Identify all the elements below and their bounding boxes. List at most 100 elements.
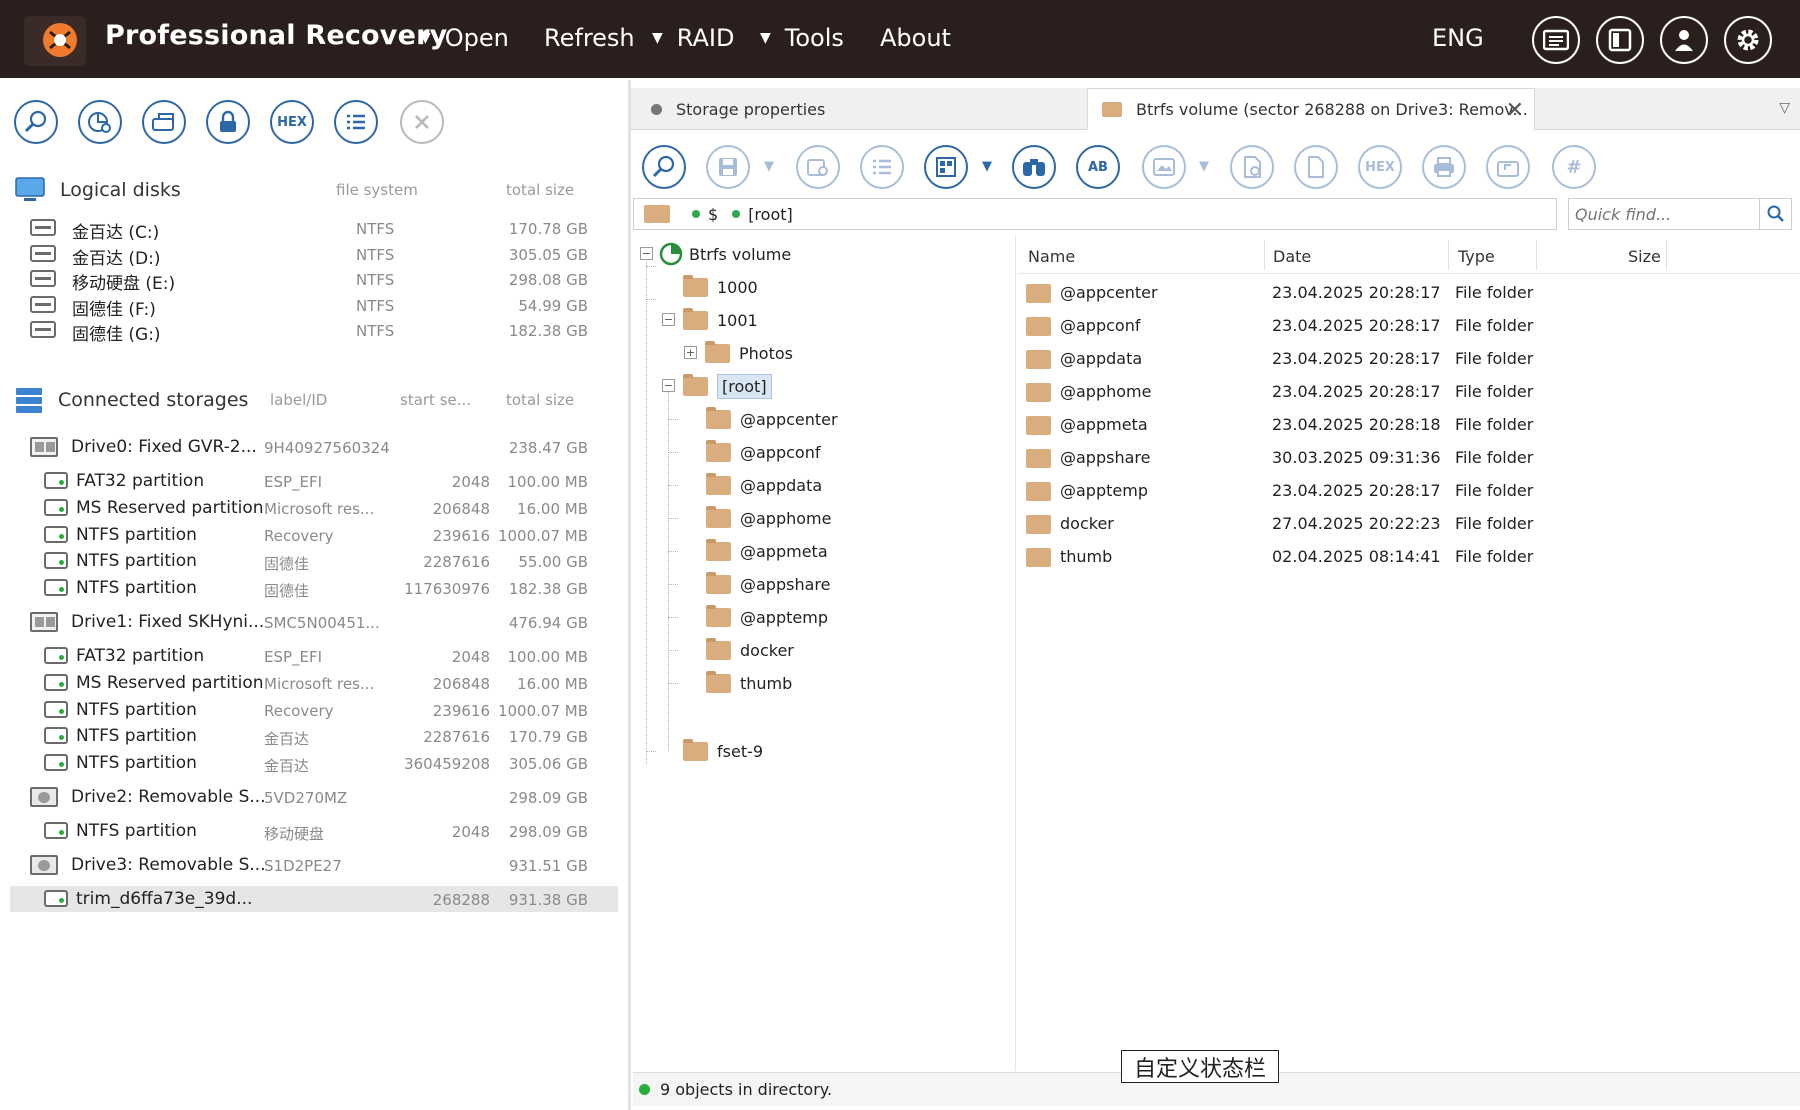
view-mode-dropdown-icon[interactable]: ▼ xyxy=(982,159,992,174)
tree-node-fset-9[interactable]: fset-9 xyxy=(683,737,763,765)
find-button[interactable] xyxy=(1012,145,1056,189)
preview-button[interactable] xyxy=(1142,145,1186,189)
partition-row[interactable]: NTFS partition 金百达 360459208 305.06 GB xyxy=(10,750,618,776)
menu-raid[interactable]: ▼ RAID xyxy=(652,24,734,52)
tree-node-child[interactable]: @appcenter xyxy=(706,405,838,433)
logical-disk-row[interactable]: 金百达 (D:) NTFS 305.05 GB xyxy=(10,241,618,269)
tab-btrfs-volume[interactable]: Btrfs volume (sector 268288 on Drive3: R… xyxy=(1087,88,1535,130)
hash-button[interactable]: # xyxy=(1552,145,1596,189)
tree-node-child[interactable]: @apphome xyxy=(706,504,831,532)
drive-row[interactable]: Drive2: Removable S... 5VD270MZ 298.09 GB xyxy=(10,784,618,810)
tree-node-1001[interactable]: 1001 xyxy=(683,306,758,334)
file-row[interactable]: thumb 02.04.2025 08:14:41 File folder xyxy=(1018,540,1800,573)
file-row[interactable]: @appdata 23.04.2025 20:28:17 File folder xyxy=(1018,342,1800,375)
drive-row[interactable]: Drive0: Fixed GVR-2... 9H40927560324 238.4… xyxy=(10,434,618,460)
file-row[interactable]: @apphome 23.04.2025 20:28:17 File folder xyxy=(1018,375,1800,408)
tree-node-photos[interactable]: Photos xyxy=(705,339,793,367)
partition-row[interactable]: NTFS partition 固德佳 117630976 182.38 GB xyxy=(10,575,618,601)
menu-about[interactable]: About xyxy=(880,24,951,52)
language-selector[interactable]: ENG xyxy=(1432,24,1484,52)
collapse-icon[interactable]: − xyxy=(640,247,653,260)
file-row[interactable]: docker 27.04.2025 20:22:23 File folder xyxy=(1018,507,1800,540)
save-button[interactable] xyxy=(706,145,750,189)
save-dropdown-icon[interactable]: ▼ xyxy=(764,159,774,174)
partition-row[interactable]: trim_d6ffa73e_39d... 268288 931.38 GB xyxy=(10,886,618,912)
menu-refresh[interactable]: Refresh xyxy=(544,24,635,52)
tree-node-1000[interactable]: 1000 xyxy=(683,273,758,301)
log-button[interactable] xyxy=(1532,16,1580,64)
tree-node-root[interactable]: [root] xyxy=(683,372,772,400)
column-size[interactable]: Size xyxy=(1628,247,1661,266)
file-name: @appmeta xyxy=(1060,415,1148,434)
properties-button[interactable] xyxy=(334,100,378,144)
account-button[interactable] xyxy=(1660,16,1708,64)
save-all-button[interactable] xyxy=(796,145,840,189)
file-row[interactable]: @appcenter 23.04.2025 20:28:17 File folder xyxy=(1018,276,1800,309)
column-date[interactable]: Date xyxy=(1273,247,1311,266)
scan-button[interactable] xyxy=(14,100,58,144)
tab-storage-properties[interactable]: Storage properties xyxy=(631,88,1086,130)
close-storage-button[interactable] xyxy=(400,100,444,144)
partition-row[interactable]: NTFS partition 固德佳 2287616 55.00 GB xyxy=(10,548,618,574)
file-row[interactable]: @appconf 23.04.2025 20:28:17 File folder xyxy=(1018,309,1800,342)
preview-dropdown-icon[interactable]: ▼ xyxy=(1199,159,1209,174)
logical-disk-row[interactable]: 固德佳 (F:) NTFS 54.99 GB xyxy=(10,292,618,320)
column-type[interactable]: Type xyxy=(1458,247,1495,266)
logical-disk-row[interactable]: 固德佳 (G:) NTFS 182.38 GB xyxy=(10,317,618,345)
print-button[interactable] xyxy=(1422,145,1466,189)
partition-row[interactable]: FAT32 partition ESP_EFI 2048 100.00 MB xyxy=(10,468,618,494)
quick-find-input[interactable] xyxy=(1568,198,1760,230)
quick-find-button[interactable] xyxy=(1760,198,1792,230)
logical-disk-row[interactable]: 移动硬盘 (E:) NTFS 298.08 GB xyxy=(10,266,618,294)
tree-node-btrfs-volume[interactable]: Btrfs volume xyxy=(659,240,791,268)
view-mode-button[interactable] xyxy=(924,145,968,189)
path-segment-root[interactable]: [root] xyxy=(748,205,793,224)
expand-icon[interactable]: + xyxy=(684,346,697,359)
partition-search-button[interactable] xyxy=(78,100,122,144)
partition-row[interactable]: NTFS partition Recovery 239616 1000.07 MB xyxy=(10,522,618,548)
hex-label: HEX xyxy=(277,114,307,130)
column-name[interactable]: Name xyxy=(1028,247,1075,266)
menu-open[interactable]: ▼ Open xyxy=(420,24,509,52)
tree-node-child[interactable]: docker xyxy=(706,636,794,664)
partition-row[interactable]: MS Reserved partition Microsoft res... 206… xyxy=(10,495,618,521)
tree-node-child[interactable]: @apptemp xyxy=(706,603,828,631)
hex-button[interactable]: HEX xyxy=(270,100,314,144)
collapse-icon[interactable]: − xyxy=(662,313,675,326)
partition-row[interactable]: FAT32 partition ESP_EFI 2048 100.00 MB xyxy=(10,643,618,669)
path-segment-root-device[interactable]: $ xyxy=(708,205,718,224)
status-text: 9 objects in directory. xyxy=(660,1080,833,1099)
open-file-button[interactable] xyxy=(1294,145,1338,189)
path-bar[interactable]: $ [root] xyxy=(633,198,1557,230)
partition-row[interactable]: MS Reserved partition Microsoft res... 206… xyxy=(10,670,618,696)
tree-node-child[interactable]: @appconf xyxy=(706,438,820,466)
settings-button[interactable] xyxy=(1724,16,1772,64)
search-files-button[interactable] xyxy=(642,145,686,189)
properties-file-button[interactable] xyxy=(1230,145,1274,189)
hex-view-button[interactable]: HEX xyxy=(1358,145,1402,189)
image-button[interactable] xyxy=(142,100,186,144)
tree-node-child[interactable]: @appdata xyxy=(706,471,822,499)
partition-row[interactable]: NTFS partition Recovery 239616 1000.07 MB xyxy=(10,697,618,723)
file-row[interactable]: @apptemp 23.04.2025 20:28:17 File folder xyxy=(1018,474,1800,507)
storage-size: 100.00 MB xyxy=(507,648,589,666)
logical-disk-row[interactable]: 金百达 (C:) NTFS 170.78 GB xyxy=(10,215,618,243)
collapse-icon[interactable]: − xyxy=(662,379,675,392)
drive-row[interactable]: Drive3: Removable S... S1D2PE27 931.51 GB xyxy=(10,852,618,878)
tree-node-child[interactable]: @appmeta xyxy=(706,537,828,565)
tab-overflow-icon[interactable]: ▽ xyxy=(1779,100,1790,116)
filter-button[interactable]: AB xyxy=(1076,145,1120,189)
tree-node-child[interactable]: @appshare xyxy=(706,570,830,598)
tree-node-child[interactable]: thumb xyxy=(706,669,792,697)
file-list-button[interactable] xyxy=(860,145,904,189)
panels-button[interactable] xyxy=(1596,16,1644,64)
partition-row[interactable]: NTFS partition 移动硬盘 2048 298.09 GB xyxy=(10,818,618,844)
go-up-button[interactable] xyxy=(1486,145,1530,189)
partition-row[interactable]: NTFS partition 金百达 2287616 170.79 GB xyxy=(10,723,618,749)
close-tab-icon[interactable]: ✕ xyxy=(1506,98,1524,123)
file-row[interactable]: @appshare 30.03.2025 09:31:36 File folder xyxy=(1018,441,1800,474)
drive-row[interactable]: Drive1: Fixed SKHyni... SMC5N00451... 476.… xyxy=(10,609,618,635)
menu-tools[interactable]: ▼ Tools xyxy=(760,24,844,52)
file-row[interactable]: @appmeta 23.04.2025 20:28:18 File folder xyxy=(1018,408,1800,441)
encrypt-button[interactable] xyxy=(206,100,250,144)
